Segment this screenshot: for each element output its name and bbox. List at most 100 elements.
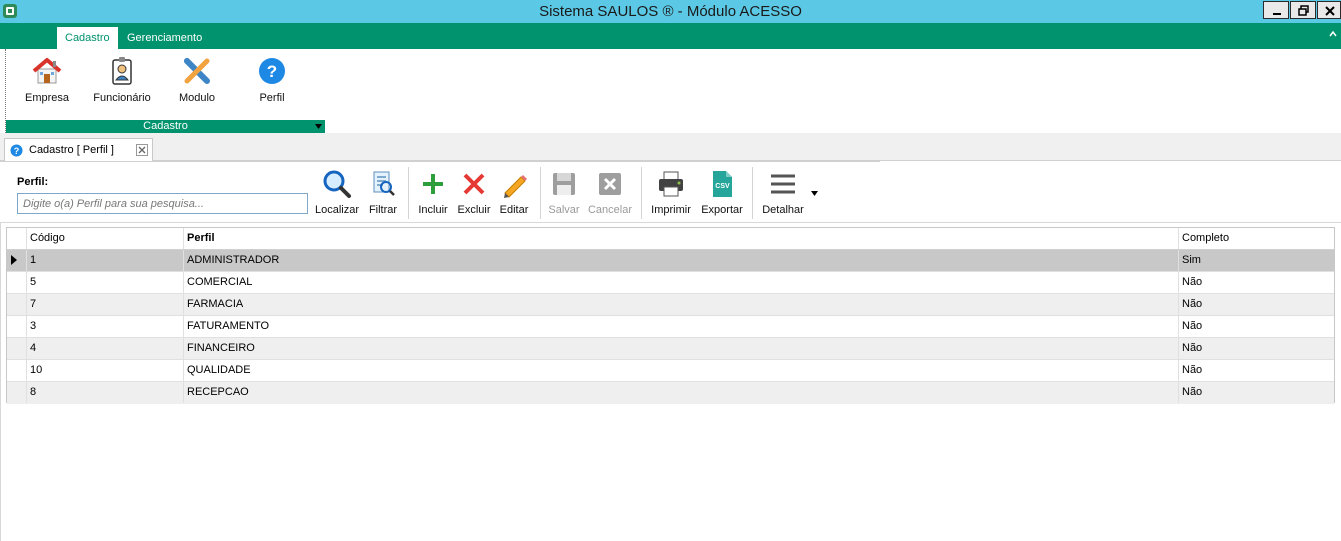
perfil-label: Perfil [259,92,285,104]
row-indicator [7,272,27,293]
salvar-button[interactable]: Salvar [546,169,582,221]
cell-codigo: 3 [27,316,184,337]
ribbon-tab-bar: Cadastro Gerenciamento [0,23,1341,49]
group-dropdown-icon[interactable] [315,124,322,129]
id-badge-icon [112,57,132,85]
cell-codigo: 10 [27,360,184,381]
cell-perfil: RECEPCAO [184,382,1179,403]
tools-icon [184,58,210,84]
title-bar: Sistema SAULOS ® - Módulo ACESSO [0,0,1341,23]
hamburger-menu-icon [771,174,795,194]
cell-completo: Não [1182,342,1203,354]
current-row-arrow-icon [11,255,17,265]
house-icon [32,58,62,84]
tab-close-icon[interactable] [136,144,148,156]
toolbar-separator [641,167,642,219]
cell-completo: Não [1182,298,1203,310]
cancelar-label: Cancelar [587,204,633,216]
editar-label: Editar [499,204,529,216]
filter-document-icon [373,171,395,196]
ribbon-group-title: Cadastro [143,120,188,132]
help-question-icon: ? [10,144,23,157]
magnifier-icon [323,170,351,198]
document-tab-strip: ? Cadastro [ Perfil ] [0,133,1341,161]
table-row[interactable]: 8 RECEPCAO Não [7,382,1334,404]
ribbon-group-cadastro: Empresa Funcionário Modulo ? Perfil Cada… [5,49,325,133]
svg-text:?: ? [14,146,20,156]
cell-completo: Não [1182,320,1203,332]
cancelar-button[interactable]: Cancelar [586,169,634,221]
ribbon-tab-gerenciamento[interactable]: Gerenciamento [119,27,210,49]
incluir-button[interactable]: Incluir [414,169,452,221]
close-window-button[interactable] [1317,1,1341,19]
cell-perfil: COMERCIAL [184,272,1179,293]
row-indicator [7,294,27,315]
toolbar-separator [408,167,409,219]
localizar-button[interactable]: Localizar [314,169,360,221]
record-toolbar: Perfil: Localizar Filtrar Incluir Exclui… [0,161,1341,223]
restore-button[interactable] [1290,1,1316,19]
minimize-button[interactable] [1263,1,1289,19]
incluir-label: Incluir [418,204,448,216]
ribbon-tab-cadastro[interactable]: Cadastro [57,27,118,49]
pencil-icon [504,175,527,198]
csv-file-icon: CSV [713,171,732,197]
empresa-button[interactable]: Empresa [14,53,80,113]
grid-header-row: Código Perfil Completo [7,228,1334,250]
plus-icon [423,174,443,194]
cell-codigo: 4 [27,338,184,359]
localizar-label: Localizar [314,204,360,216]
toolbar-separator [752,167,753,219]
row-indicator [7,250,27,271]
cell-perfil: FARMACIA [184,294,1179,315]
cell-perfil: FATURAMENTO [184,316,1179,337]
table-row[interactable]: 5 COMERCIAL Não [7,272,1334,294]
cell-codigo: 5 [27,272,184,293]
cell-perfil: FINANCEIRO [184,338,1179,359]
table-row[interactable]: 7 FARMACIA Não [7,294,1334,316]
cell-perfil: QUALIDADE [184,360,1179,381]
printer-icon [659,171,683,197]
empresa-label: Empresa [24,92,70,104]
cancel-box-icon [599,173,621,195]
svg-text:?: ? [267,62,277,81]
funcionario-button[interactable]: Funcionário [89,53,155,113]
ribbon-collapse-icon[interactable] [1329,30,1337,38]
editar-button[interactable]: Editar [496,169,532,221]
row-indicator [7,316,27,337]
x-delete-icon [463,173,485,195]
floppy-disk-icon [553,173,575,195]
exportar-button[interactable]: CSV Exportar [698,169,746,221]
table-row[interactable]: 10 QUALIDADE Não [7,360,1334,382]
minimize-icon [1273,13,1281,15]
imprimir-label: Imprimir [651,204,691,216]
detalhar-label: Detalhar [762,204,804,216]
exportar-label: Exportar [701,204,743,216]
document-tab-cadastro-perfil[interactable]: ? Cadastro [ Perfil ] [4,138,153,161]
modulo-button[interactable]: Modulo [164,53,230,113]
cell-perfil: ADMINISTRADOR [184,250,1179,271]
table-row[interactable]: 1 ADMINISTRADOR Sim [7,250,1334,272]
perfil-grid: Código Perfil Completo 1 ADMINISTRADOR S… [6,227,1335,404]
excluir-button[interactable]: Excluir [454,169,494,221]
cell-completo: Não [1182,364,1203,376]
help-question-icon: ? [259,58,285,84]
search-input[interactable] [17,193,308,214]
table-row[interactable]: 4 FINANCEIRO Não [7,338,1334,360]
table-row[interactable]: 3 FATURAMENTO Não [7,316,1334,338]
toolbar-divider [0,161,880,162]
column-header-completo[interactable]: Completo [1179,228,1334,249]
column-header-perfil[interactable]: Perfil [184,228,1179,249]
column-header-codigo[interactable]: Código [27,228,184,249]
imprimir-button[interactable]: Imprimir [648,169,694,221]
cell-completo: Sim [1182,254,1201,266]
perfil-button[interactable]: ? Perfil [239,53,305,113]
restore-icon [1298,5,1309,16]
detalhar-dropdown-icon[interactable] [811,191,818,196]
cell-completo: Não [1182,386,1203,398]
toolbar-separator [540,167,541,219]
detalhar-button[interactable]: Detalhar [758,169,808,221]
ribbon-group-label: Cadastro [6,120,325,133]
filtrar-button[interactable]: Filtrar [364,169,402,221]
search-label: Perfil: [17,176,49,188]
